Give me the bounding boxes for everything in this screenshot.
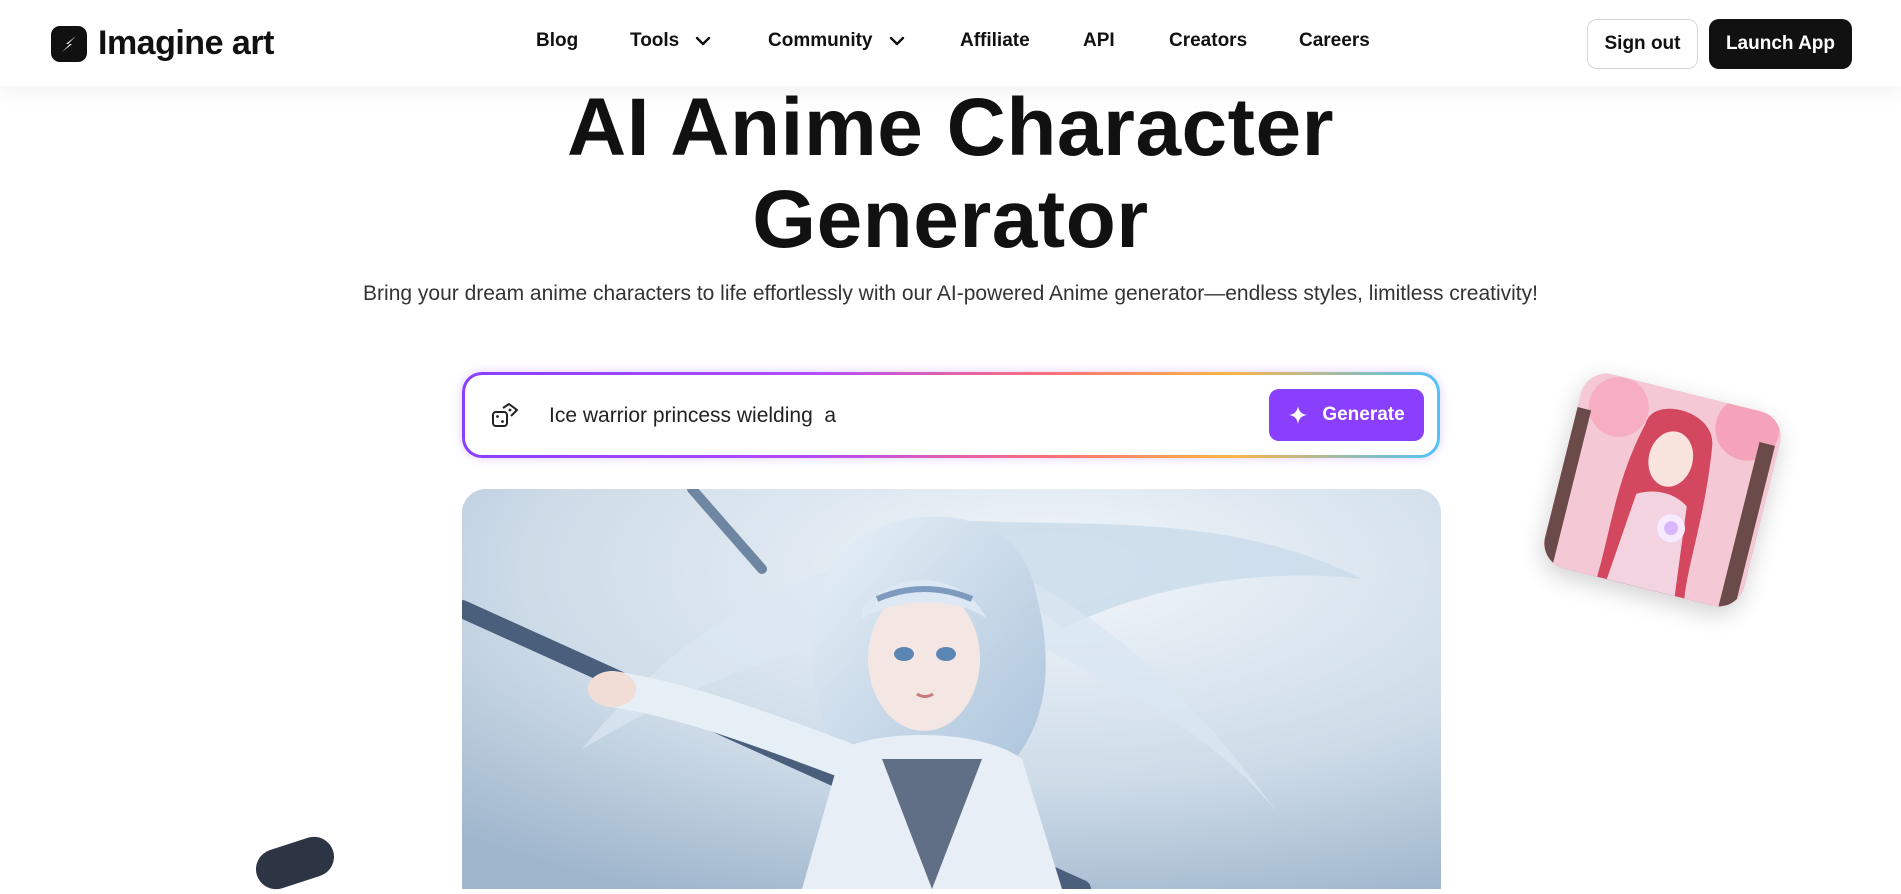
site-header: Imagine art Blog Tools Community Affilia…	[0, 0, 1901, 86]
nav-creators-label: Creators	[1169, 30, 1248, 51]
nav-tools[interactable]: Tools	[630, 30, 711, 52]
page-title-line-2: Generator	[752, 174, 1149, 265]
nav-api[interactable]: API	[1083, 30, 1115, 52]
prompt-bar: Generate	[462, 372, 1440, 458]
prompt-input[interactable]	[547, 395, 1151, 437]
nav-careers[interactable]: Careers	[1299, 30, 1370, 52]
sign-out-button[interactable]: Sign out	[1587, 19, 1698, 69]
nav-api-label: API	[1083, 30, 1115, 51]
generate-button-label: Generate	[1322, 404, 1405, 425]
pink-anime-girl-illustration	[1538, 368, 1787, 612]
dice-icon[interactable]	[491, 402, 519, 430]
page-title-line-1: AI Anime Character	[567, 82, 1334, 173]
sparkle-icon	[1289, 406, 1308, 424]
nav-tools-label: Tools	[630, 30, 680, 51]
nav-community[interactable]: Community	[768, 30, 905, 52]
ice-warrior-illustration	[462, 489, 1441, 889]
launch-app-button[interactable]: Launch App	[1709, 19, 1852, 69]
nav-community-label: Community	[768, 30, 873, 51]
nav-creators[interactable]: Creators	[1169, 30, 1247, 52]
generated-anime-image	[462, 489, 1441, 889]
page-title: AI Anime Character Generator	[0, 82, 1901, 266]
nav-blog-label: Blog	[536, 30, 579, 51]
nav-affiliate-label: Affiliate	[960, 30, 1030, 51]
chevron-down-icon	[696, 36, 711, 46]
generate-button[interactable]: Generate	[1269, 389, 1424, 441]
sample-anime-card[interactable]	[1538, 368, 1787, 612]
nav-affiliate[interactable]: Affiliate	[960, 30, 1030, 52]
sample-anime-card-partial[interactable]	[250, 831, 340, 894]
nav-careers-label: Careers	[1299, 30, 1370, 51]
page-subtitle: Bring your dream anime characters to lif…	[363, 282, 1538, 305]
nav-blog[interactable]: Blog	[536, 30, 578, 52]
prompt-bar-inner: Generate	[465, 375, 1437, 455]
chevron-down-icon	[889, 36, 904, 46]
